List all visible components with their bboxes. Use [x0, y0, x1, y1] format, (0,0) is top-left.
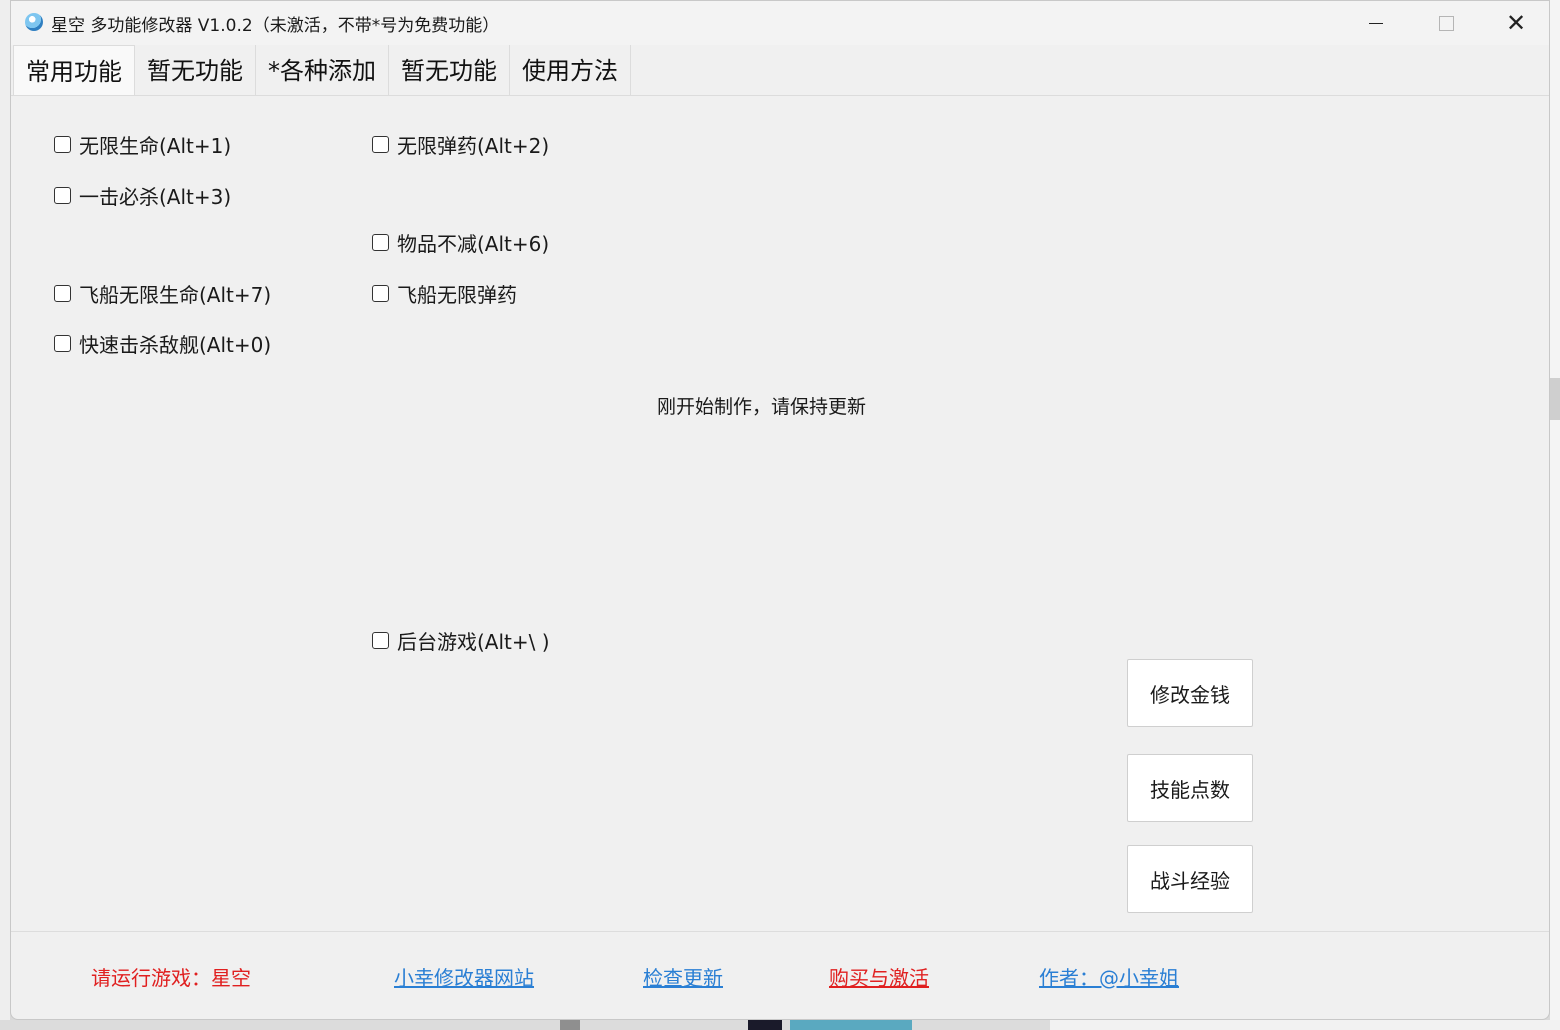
minimize-icon: [1369, 22, 1383, 24]
desktop-background-right: [1550, 0, 1560, 1030]
maximize-button[interactable]: [1411, 1, 1481, 45]
tab-no-function-1[interactable]: 暂无功能: [135, 45, 256, 95]
checkbox-box[interactable]: [372, 285, 389, 302]
checkbox-box[interactable]: [54, 335, 71, 352]
checkbox-label: 一击必杀(Alt+3): [79, 185, 232, 209]
checkbox-label: 飞船无限弹药: [397, 283, 517, 307]
checkbox-label: 物品不减(Alt+6): [397, 232, 550, 256]
checkbox-label: 后台游戏(Alt+\ ): [397, 630, 550, 654]
checkbox-box[interactable]: [372, 632, 389, 649]
check-update-link[interactable]: 检查更新: [643, 962, 723, 991]
checkbox-label: 快速击杀敌舰(Alt+0): [79, 333, 272, 357]
ship-infinite-ammo-checkbox[interactable]: 飞船无限弹药: [372, 279, 517, 308]
modify-money-button[interactable]: 修改金钱: [1127, 659, 1253, 727]
maximize-icon: [1438, 15, 1454, 31]
background-game-checkbox[interactable]: 后台游戏(Alt+\ ): [372, 626, 550, 655]
checkbox-box[interactable]: [54, 187, 71, 204]
checkbox-label: 无限弹药(Alt+2): [397, 134, 550, 158]
checkbox-label: 无限生命(Alt+1): [79, 134, 232, 158]
items-no-decrease-checkbox[interactable]: 物品不减(Alt+6): [372, 228, 549, 257]
tab-no-function-2[interactable]: 暂无功能: [389, 45, 510, 95]
checkbox-box[interactable]: [54, 285, 71, 302]
checkbox-box[interactable]: [372, 234, 389, 251]
game-status-text: 请运行游戏：星空: [91, 966, 251, 990]
trainer-window: 星空 多功能修改器 V1.0.2（未激活，不带*号为免费功能） ✕ 常用功能 暂…: [10, 0, 1550, 1020]
infinite-ammo-checkbox[interactable]: 无限弹药(Alt+2): [372, 130, 549, 159]
notice-text: 刚开始制作，请保持更新: [657, 396, 867, 418]
checkbox-box[interactable]: [54, 136, 71, 153]
checkbox-box[interactable]: [372, 136, 389, 153]
buy-activate-link[interactable]: 购买与激活: [829, 962, 929, 991]
website-link[interactable]: 小幸修改器网站: [394, 962, 534, 991]
tab-various-add[interactable]: *各种添加: [256, 45, 389, 95]
desktop-background-left: [0, 0, 10, 1030]
skill-points-button[interactable]: 技能点数: [1127, 754, 1253, 822]
tab-common-functions[interactable]: 常用功能: [13, 45, 135, 95]
title-bar[interactable]: 星空 多功能修改器 V1.0.2（未激活，不带*号为免费功能） ✕: [11, 1, 1549, 45]
author-link[interactable]: 作者：@小幸姐: [1039, 962, 1179, 991]
window-title: 星空 多功能修改器 V1.0.2（未激活，不带*号为免费功能）: [51, 16, 500, 36]
combat-exp-button[interactable]: 战斗经验: [1127, 845, 1253, 913]
one-hit-kill-checkbox[interactable]: 一击必杀(Alt+3): [54, 181, 231, 210]
tab-bar: 常用功能 暂无功能 *各种添加 暂无功能 使用方法: [13, 45, 631, 95]
app-icon: [25, 13, 43, 31]
close-icon: ✕: [1505, 9, 1527, 37]
checkbox-label: 飞船无限生命(Alt+7): [79, 283, 272, 307]
footer-bar: 请运行游戏：星空 小幸修改器网站 检查更新 购买与激活 作者：@小幸姐: [11, 931, 1549, 1022]
infinite-health-checkbox[interactable]: 无限生命(Alt+1): [54, 130, 231, 159]
ship-infinite-health-checkbox[interactable]: 飞船无限生命(Alt+7): [54, 279, 271, 308]
minimize-button[interactable]: [1341, 1, 1411, 45]
fast-kill-enemy-ship-checkbox[interactable]: 快速击杀敌舰(Alt+0): [54, 329, 271, 358]
common-functions-panel: 无限生命(Alt+1) 无限弹药(Alt+2) 一击必杀(Alt+3) 物品不减…: [11, 95, 1549, 932]
tab-usage[interactable]: 使用方法: [510, 45, 631, 95]
close-button[interactable]: ✕: [1481, 1, 1551, 45]
